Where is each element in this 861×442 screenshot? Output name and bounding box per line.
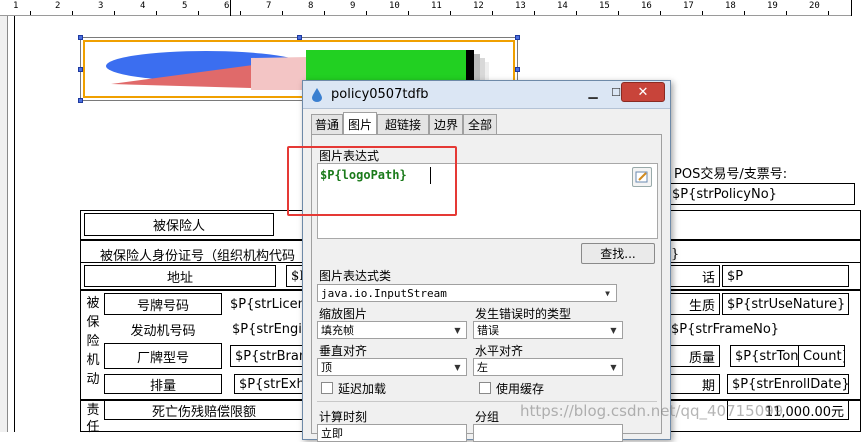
chevron-down-icon: ▼ [610,362,617,372]
group-select[interactable] [473,424,623,442]
tab-image[interactable]: 图片 [343,112,377,135]
pos-label: POS交易号/支票号: [670,162,793,182]
watermark-text: https://blog.csdn.net/qq_40715099 [520,402,784,420]
chevron-down-icon: ▼ [605,288,610,298]
eval-time-select-value: 立即 [321,427,343,440]
enroll-date-field[interactable]: $P{strEnrollDate} [727,374,849,394]
app-drop-icon [312,88,322,102]
weight-label: 质量 [667,345,720,367]
image-properties-dialog: policy0507tdfb ▁ ☐ ✕ 普通 图片 超链接 边界 全部 图片表… [287,80,671,442]
dialog-title: policy0507tdfb [331,87,429,102]
halign-select[interactable]: 左 ▼ [473,358,623,376]
plate-label: 号牌号码 [104,293,222,315]
find-button[interactable]: 查找... [581,243,655,264]
frame-no-field[interactable]: $P{strFrameNo} [667,318,857,340]
engine-label: 发动机号码 [104,318,222,340]
use-cache-checkbox[interactable] [479,382,491,394]
group-label: 分组 [475,410,500,424]
nature-label: 生质 [667,293,720,315]
tab-border[interactable]: 边界 [429,114,463,134]
scale-select-value: 填充帧 [321,324,354,337]
lazy-load-checkbox[interactable] [321,382,333,394]
brand-label: 厂牌型号 [104,343,222,369]
death-limit-label: 死亡伤残赔偿限额 [104,400,304,420]
use-nature-field[interactable]: $P{strUseNature} [722,293,849,315]
minimize-icon[interactable]: ▁ [581,83,605,101]
tab-hyperlink[interactable]: 超链接 [377,114,429,134]
scale-select[interactable]: 填充帧 ▼ [317,321,467,339]
address-label: 地址 [84,265,276,287]
chevron-down-icon: ▼ [454,325,461,335]
phone-field[interactable]: $P [722,265,849,287]
close-icon[interactable]: ✕ [621,82,665,102]
tonnage-count-field[interactable]: Count} [798,345,845,367]
policy-no-field[interactable]: $P{strPolicyNo} [667,183,855,205]
use-cache-label: 使用缓存 [496,382,545,396]
error-type-select-value: 错误 [477,324,499,337]
plate-field[interactable]: $P{strLicen [226,293,304,315]
class-label: 图片表达式类 [319,269,392,283]
valign-select[interactable]: 顶 ▼ [317,358,467,376]
expression-editor-icon[interactable] [632,167,652,187]
chevron-down-icon: ▼ [610,325,617,335]
halign-select-value: 左 [477,361,488,374]
class-select[interactable]: java.io.InputStream ▼ [317,284,617,302]
tonnage-field[interactable]: $P{strTon [730,345,800,367]
halign-label: 水平对齐 [475,344,524,358]
liability-group-label: 责 任 [86,403,100,435]
vehicle-group-label: 被 保 险 机 动 [86,296,100,387]
valign-select-value: 顶 [321,361,332,374]
error-label: 发生错误时的类型 [475,307,572,321]
chevron-down-icon: ▼ [454,362,461,372]
scale-label: 缩放图片 [319,307,368,321]
tab-all[interactable]: 全部 [463,114,497,134]
dialog-titlebar[interactable]: policy0507tdfb ▁ ☐ ✕ [303,81,670,109]
eval-time-label: 计算时刻 [319,410,368,424]
class-select-value: java.io.InputStream [321,286,447,300]
brand-field[interactable]: $P{strBrand [230,345,304,367]
lazy-load-label: 延迟加载 [338,382,387,396]
phone-label: 话 [667,265,720,287]
enroll-label: 期 [667,374,720,394]
tab-normal[interactable]: 普通 [311,114,343,134]
error-type-select[interactable]: 错误 ▼ [473,321,623,339]
displacement-field[interactable]: $P{strExha [234,374,304,394]
displacement-label: 排量 [104,374,222,394]
insured-label: 被保险人 [84,213,274,236]
eval-time-select[interactable]: 立即 [317,424,467,442]
engine-field[interactable]: $P{strEngi [228,318,304,340]
highlight-annotation [287,146,457,216]
valign-label: 垂直对齐 [319,344,368,358]
